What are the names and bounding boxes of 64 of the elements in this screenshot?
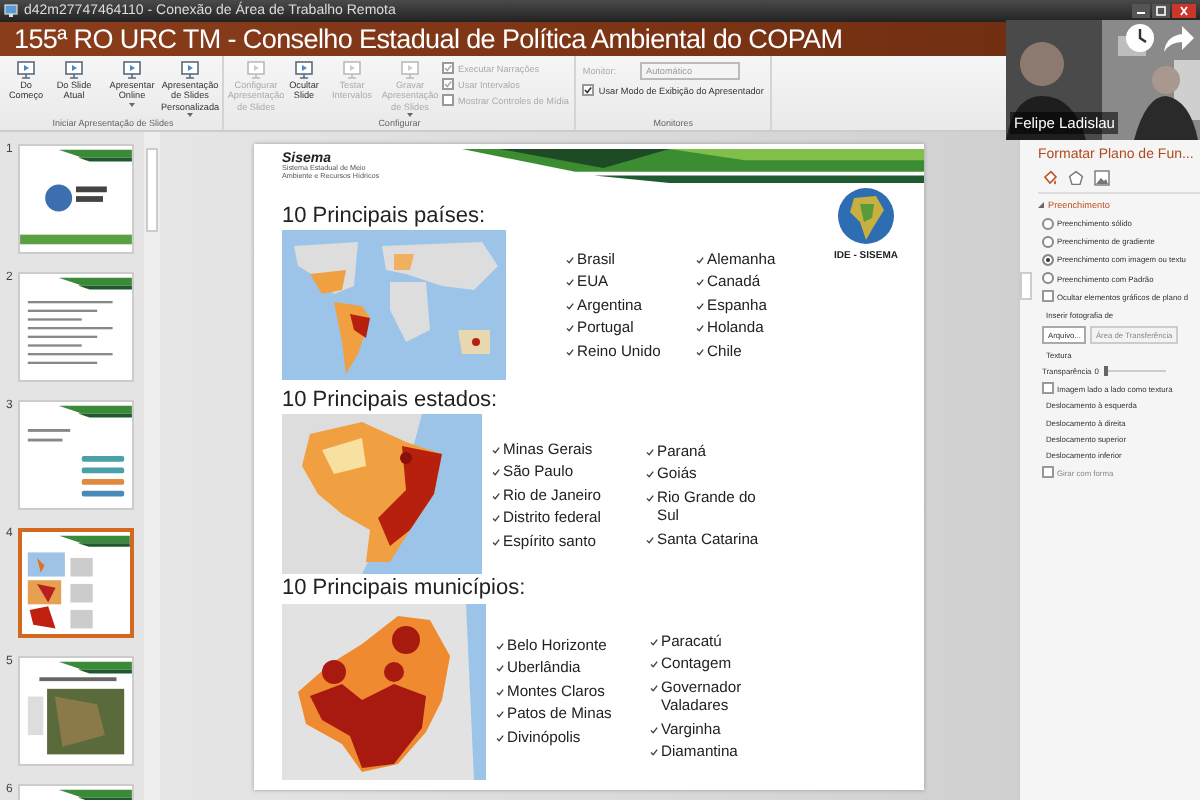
check-icon <box>566 301 574 310</box>
slide-thumbnail[interactable] <box>18 400 134 510</box>
remote-desktop-icon <box>4 4 18 18</box>
checkbox[interactable] <box>1042 290 1054 303</box>
radio-button[interactable] <box>1042 253 1054 266</box>
expanded-triangle-icon <box>1038 202 1044 209</box>
check-icon <box>650 637 658 646</box>
screen-icon <box>16 60 36 80</box>
check-icon <box>696 324 704 333</box>
check-icon <box>492 491 500 500</box>
check-icon <box>492 514 500 523</box>
section-title: 10 Principais estados: <box>282 388 500 415</box>
check-icon <box>496 687 504 696</box>
screen-icon <box>180 60 200 80</box>
check-icon <box>696 278 704 287</box>
check-icon <box>696 347 704 356</box>
checkbox[interactable] <box>1042 382 1054 395</box>
globe-icon <box>836 186 896 247</box>
check-icon <box>492 468 500 477</box>
check-icon <box>650 725 658 733</box>
check-icon <box>566 324 574 333</box>
check-icon <box>646 493 654 502</box>
slider-thumb[interactable] <box>1103 366 1108 377</box>
check-icon <box>492 537 500 546</box>
check-icon <box>650 660 658 669</box>
check-icon <box>646 470 654 479</box>
check-icon <box>584 86 593 94</box>
meeting-title: 155ª RO URC TM - Conselho Estadual de Política Ambiental do COPAM <box>14 24 843 54</box>
screen-icon <box>294 60 314 80</box>
radio-button[interactable] <box>1042 235 1054 248</box>
slide-thumbnail[interactable] <box>18 272 134 382</box>
slide-thumbnail[interactable] <box>18 528 134 638</box>
section-title: 10 Principais municípios: <box>282 576 528 604</box>
screen-icon <box>122 60 142 80</box>
check-icon <box>646 447 654 456</box>
paint-bucket-icon[interactable] <box>1042 170 1058 187</box>
check-icon <box>696 255 704 264</box>
image-icon[interactable] <box>1094 170 1110 187</box>
close-icon[interactable] <box>1172 4 1196 18</box>
clock-icon[interactable] <box>1124 22 1156 54</box>
section-title: 10 Principais países: <box>282 204 487 231</box>
check-icon <box>696 301 704 310</box>
checkbox[interactable] <box>582 84 595 96</box>
minimize-icon[interactable] <box>1132 4 1150 18</box>
radio-button[interactable] <box>1042 272 1054 285</box>
radio-button[interactable] <box>1042 217 1054 230</box>
check-icon <box>566 255 574 264</box>
pentagon-icon[interactable] <box>1068 170 1084 187</box>
maximize-icon[interactable] <box>1152 4 1170 18</box>
check-icon <box>650 747 658 756</box>
check-icon <box>496 641 504 650</box>
check-icon <box>492 445 500 454</box>
slide-thumbnail[interactable] <box>18 656 134 766</box>
scrollbar-thumb[interactable] <box>1020 272 1032 300</box>
check-icon <box>650 683 658 692</box>
screen-icon <box>64 60 84 80</box>
check-icon <box>496 733 504 741</box>
slide-thumbnail[interactable] <box>18 144 134 254</box>
check-icon <box>646 535 654 544</box>
check-icon <box>496 664 504 673</box>
scrollbar-thumb[interactable] <box>146 148 158 232</box>
check-icon <box>496 710 504 719</box>
check-icon <box>566 347 574 356</box>
check-icon <box>566 278 574 287</box>
